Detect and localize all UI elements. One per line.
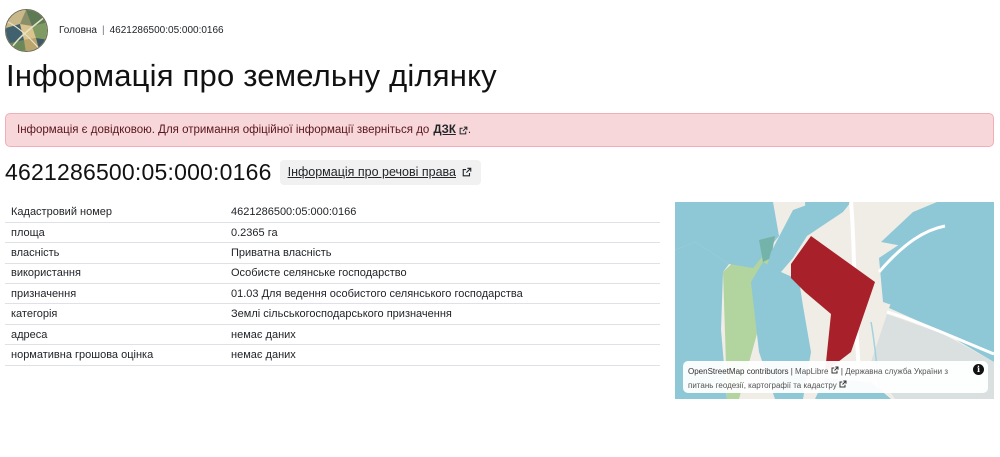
row-value: Особисте селянське господарство (225, 263, 660, 285)
row-key: Кадастровий номер (5, 202, 225, 223)
site-logo[interactable] (5, 8, 48, 52)
parcel-number: 4621286500:05:000:0166 (5, 158, 272, 185)
dzk-attribution-line2[interactable]: питань геодезії, картографії та кадастру (688, 381, 837, 390)
alert-suffix: . (467, 124, 472, 136)
breadcrumb-home-link[interactable]: Головна (59, 25, 97, 36)
info-alert: Інформація є довідковою. Для отримання о… (5, 113, 994, 147)
dzk-link[interactable]: ДЗК (433, 124, 468, 136)
info-icon[interactable]: i (973, 364, 984, 375)
map-attribution: OpenStreetMap contributors | MapLibre | … (683, 361, 988, 393)
row-key: категорія (5, 303, 225, 325)
row-value: 0.2365 га (225, 222, 660, 244)
breadcrumb-separator: | (102, 24, 105, 36)
row-value: Землі сільськогосподарського призначення (225, 303, 660, 325)
table-row: використання Особисте селянське господарс… (5, 263, 660, 285)
maplibre-link[interactable]: MapLibre (795, 367, 828, 376)
external-link-icon (831, 366, 839, 376)
row-value: немає даних (225, 324, 660, 346)
property-rights-label: Інформація про речові права (287, 165, 457, 179)
table-row: площа 0.2365 га (5, 222, 660, 244)
page-title: Інформація про земельну ділянку (6, 58, 497, 93)
external-link-icon (839, 380, 847, 390)
row-key: площа (5, 222, 225, 244)
row-value: 4621286500:05:000:0166 (225, 202, 660, 223)
row-value: 01.03 Для ведення особистого селянського… (225, 283, 660, 305)
table-row: Кадастровий номер 4621286500:05:000:0166 (5, 202, 660, 223)
attribution-separator: | (840, 367, 843, 376)
parcel-heading-row: 4621286500:05:000:0166 Інформація про ре… (5, 158, 482, 186)
row-value: немає даних (225, 344, 660, 366)
osm-attribution-link[interactable]: OpenStreetMap contributors (688, 367, 789, 376)
external-link-icon (459, 126, 468, 135)
breadcrumb: Головна | 4621286500:05:000:0166 (59, 25, 224, 36)
table-row: адреса немає даних (5, 324, 660, 346)
dzk-attribution-line1: Державна служба України з (845, 367, 949, 376)
alert-text: Інформація є довідковою. Для отримання о… (17, 124, 430, 136)
header: Головна | 4621286500:05:000:0166 (5, 8, 224, 52)
table-row: категорія Землі сільськогосподарського пр… (5, 303, 660, 325)
row-value: Приватна власність (225, 242, 660, 264)
breadcrumb-current: 4621286500:05:000:0166 (109, 24, 224, 36)
row-key: власність (5, 242, 225, 264)
row-key: нормативна грошова оцінка (5, 344, 225, 366)
parcel-details-table: Кадастровий номер 4621286500:05:000:0166 … (5, 202, 660, 366)
dzk-link-label: ДЗК (433, 124, 456, 136)
property-rights-button[interactable]: Інформація про речові права (279, 159, 482, 185)
external-link-icon (462, 167, 472, 177)
table-row: призначення 01.03 Для ведення особистого … (5, 283, 660, 305)
table-row: власність Приватна власність (5, 242, 660, 264)
row-key: використання (5, 263, 225, 285)
row-key: призначення (5, 283, 225, 305)
attribution-separator: | (790, 367, 793, 376)
row-key: адреса (5, 324, 225, 346)
table-row: нормативна грошова оцінка немає даних (5, 344, 660, 366)
